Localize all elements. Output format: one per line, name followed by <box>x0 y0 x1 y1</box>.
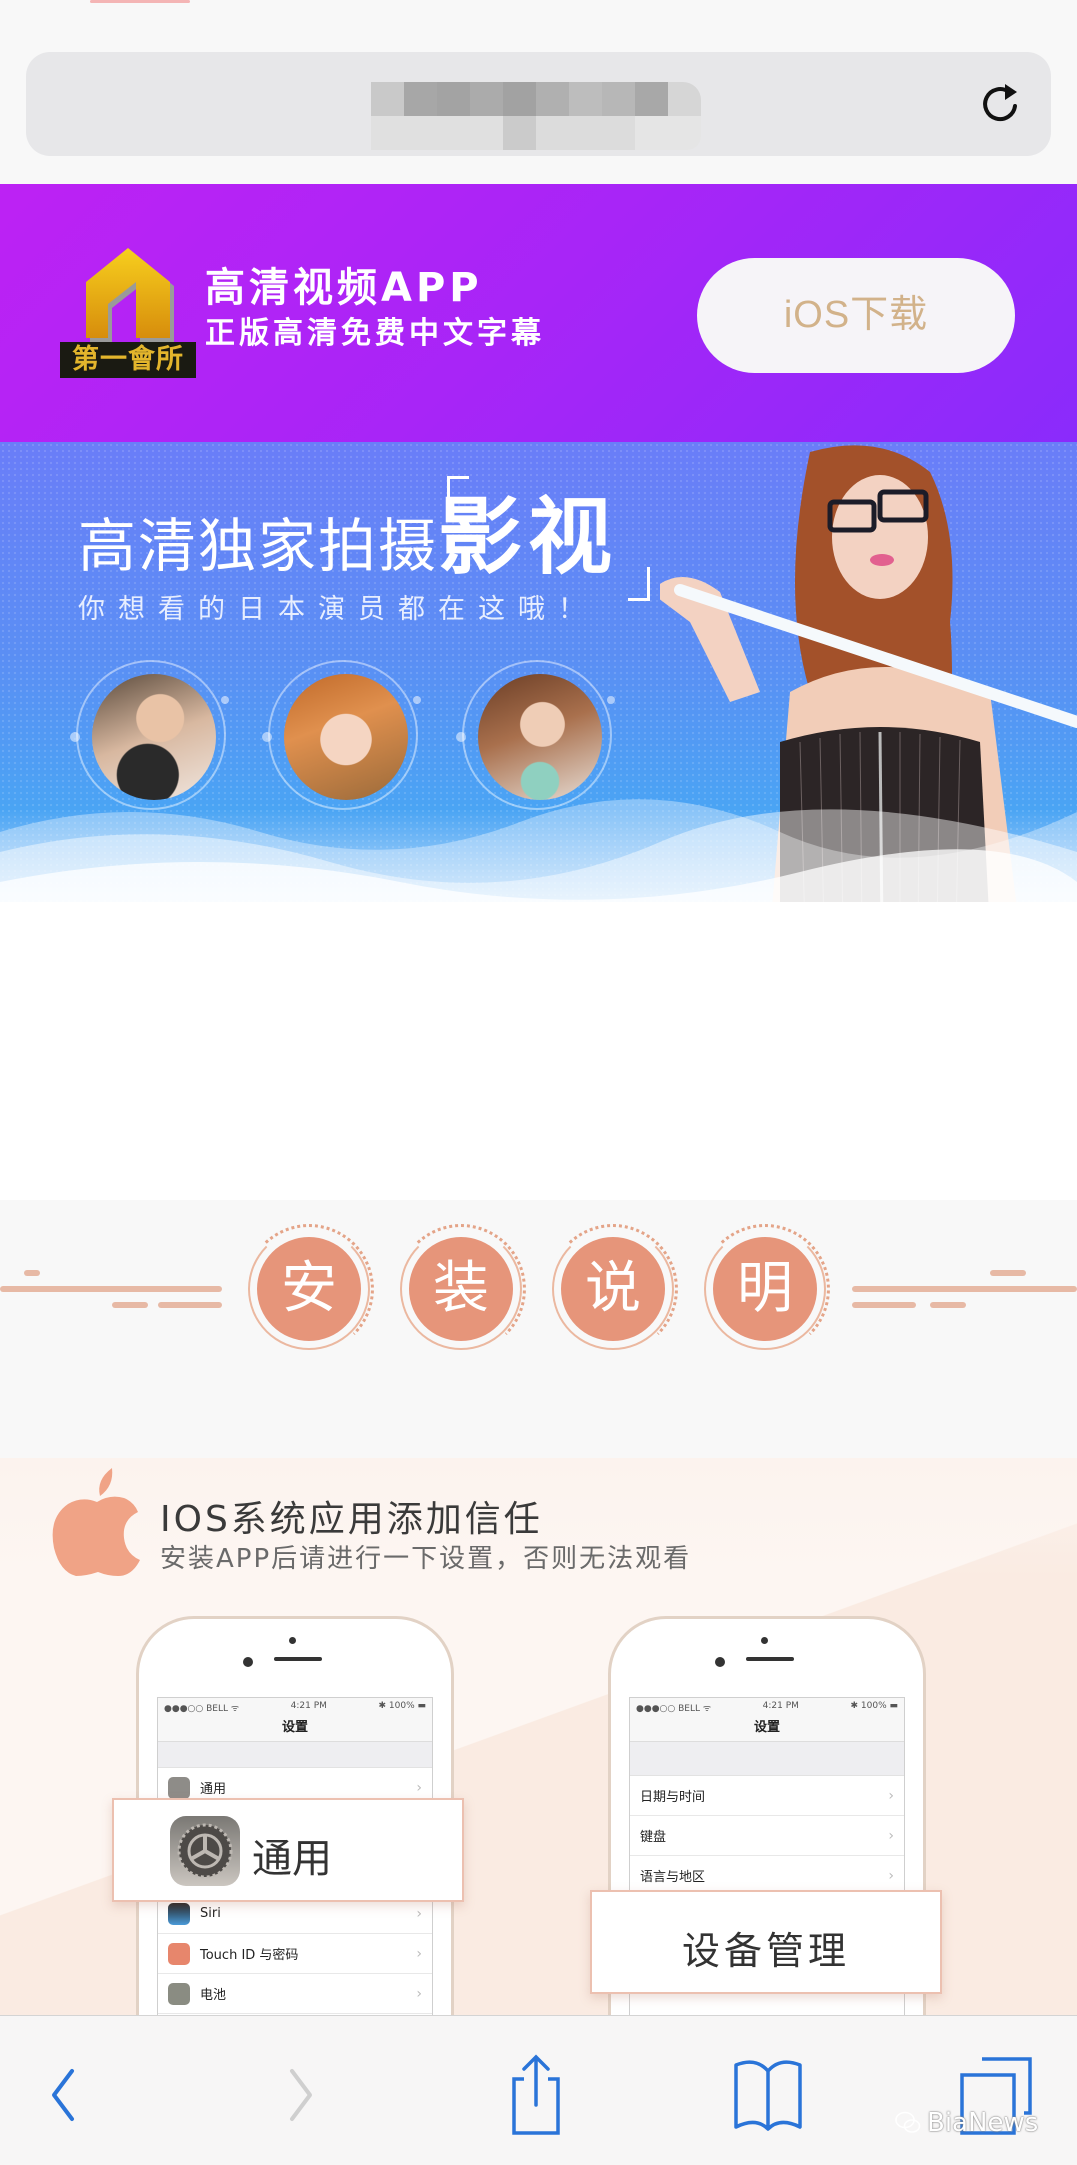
siri-icon <box>168 1902 190 1925</box>
callout-label: 设备管理 <box>681 1929 850 1973</box>
chevron-right-icon: › <box>888 1827 894 1844</box>
callout-device-management: 设备管理 <box>590 1890 942 1994</box>
url-field[interactable] <box>26 52 1051 156</box>
back-button[interactable] <box>22 2050 102 2140</box>
deco-line <box>112 1302 148 1308</box>
chevron-right-icon <box>290 2069 312 2121</box>
heading-char: 明 <box>713 1237 817 1341</box>
chevron-right-icon: › <box>416 1985 422 2002</box>
trust-subtitle: 安装APP后请进行一下设置，否则无法观看 <box>160 1544 692 1574</box>
settings-nav-title: 设置 <box>158 1714 432 1742</box>
settings-row-battery[interactable]: 电池 › <box>158 1974 432 2014</box>
settings-row-keyboard[interactable]: 键盘 › <box>630 1816 904 1856</box>
share-button[interactable] <box>496 2050 576 2140</box>
deco-line <box>990 1270 1026 1276</box>
forward-button[interactable] <box>262 2050 342 2140</box>
browser-top-bar <box>0 0 1077 184</box>
settings-nav-title: 设置 <box>630 1714 904 1742</box>
watermark: BiaNews <box>895 2108 1038 2138</box>
heading-char: 装 <box>409 1237 513 1341</box>
phone-camera <box>243 1657 253 1667</box>
gear-icon <box>168 1776 190 1799</box>
chevron-right-icon: › <box>416 1945 422 1962</box>
banner-title: 高清独家拍摄影视 <box>78 495 618 581</box>
phone-sensor <box>761 1637 768 1644</box>
url-text-blurred <box>371 82 701 150</box>
ios-status-bar: ●●●○○ BELL ᯤ 4:21 PM ✱ 100% ▬ <box>164 1701 426 1714</box>
ios-trust-section: IOS系统应用添加信任 安装APP后请进行一下设置，否则无法观看 ●●●○○ B… <box>0 1458 1077 2018</box>
callout-label: 通用 <box>252 1836 332 1882</box>
phone-speaker <box>274 1657 322 1661</box>
chevron-right-icon: › <box>888 1867 894 1884</box>
bookmarks-button[interactable] <box>728 2050 808 2140</box>
heading-char-circle: 明 <box>700 1224 830 1354</box>
settings-row-date-time[interactable]: 日期与时间 › <box>630 1776 904 1816</box>
ios-download-button[interactable]: iOS下载 <box>697 258 1015 373</box>
share-icon <box>512 2054 560 2135</box>
apple-icon <box>52 1468 140 1576</box>
chevron-left-icon <box>52 2069 74 2121</box>
trust-title: IOS系统应用添加信任 <box>160 1499 543 1540</box>
chevron-right-icon: › <box>416 1779 422 1796</box>
heading-char: 说 <box>561 1237 665 1341</box>
deco-line <box>158 1302 222 1308</box>
wechat-icon <box>895 2111 921 2133</box>
app-title: 高清视频APP <box>205 265 483 311</box>
callout-general: 通用 <box>112 1798 464 1902</box>
settings-row-touchid[interactable]: Touch ID 与密码 › <box>158 1934 432 1974</box>
deco-line <box>0 1286 222 1292</box>
logo-text: 第一會所 <box>60 342 196 378</box>
banner-subtitle: 你想看的日本演员都在这哦！ <box>78 594 598 625</box>
chevron-right-icon: › <box>888 1787 894 1804</box>
browser-bottom-toolbar: BiaNews <box>0 2015 1077 2165</box>
ios-status-bar: ●●●○○ BELL ᯤ 4:21 PM ✱ 100% ▬ <box>636 1701 898 1714</box>
banner-title-prefix: 高清独家拍摄 <box>78 512 439 580</box>
book-icon <box>734 2060 802 2131</box>
phone-speaker <box>746 1657 794 1661</box>
deco-line <box>24 1270 40 1276</box>
reload-icon[interactable] <box>975 78 1027 130</box>
heading-char-circle: 说 <box>548 1224 678 1354</box>
status-indicator <box>90 0 190 3</box>
heading-char-circle: 装 <box>396 1224 526 1354</box>
deco-line <box>852 1286 1077 1292</box>
chevron-right-icon: › <box>416 1905 422 1922</box>
house-logo-icon <box>86 248 174 342</box>
app-header: 第一會所 高清视频APP 正版高清免费中文字幕 iOS下载 <box>0 184 1077 442</box>
bracket-decoration <box>628 567 650 601</box>
banner-title-highlight: 影视 <box>438 488 619 586</box>
heading-char: 安 <box>257 1237 361 1341</box>
spacer <box>0 932 1077 1200</box>
deco-line <box>930 1302 966 1308</box>
deco-line <box>852 1302 916 1308</box>
app-logo: 第一會所 <box>60 246 196 378</box>
install-heading: 安 装 说 明 <box>0 1200 1077 1380</box>
wave-decoration <box>0 799 1077 932</box>
app-subtitle: 正版高清免费中文字幕 <box>205 316 545 351</box>
phone-camera <box>715 1657 725 1667</box>
fingerprint-icon <box>168 1942 190 1965</box>
heading-char-circle: 安 <box>244 1224 374 1354</box>
phone-sensor <box>289 1637 296 1644</box>
settings-gear-icon <box>170 1816 240 1886</box>
battery-icon <box>168 1982 190 2005</box>
hero-banner: 高清独家拍摄影视 你想看的日本演员都在这哦！ <box>0 442 1077 932</box>
